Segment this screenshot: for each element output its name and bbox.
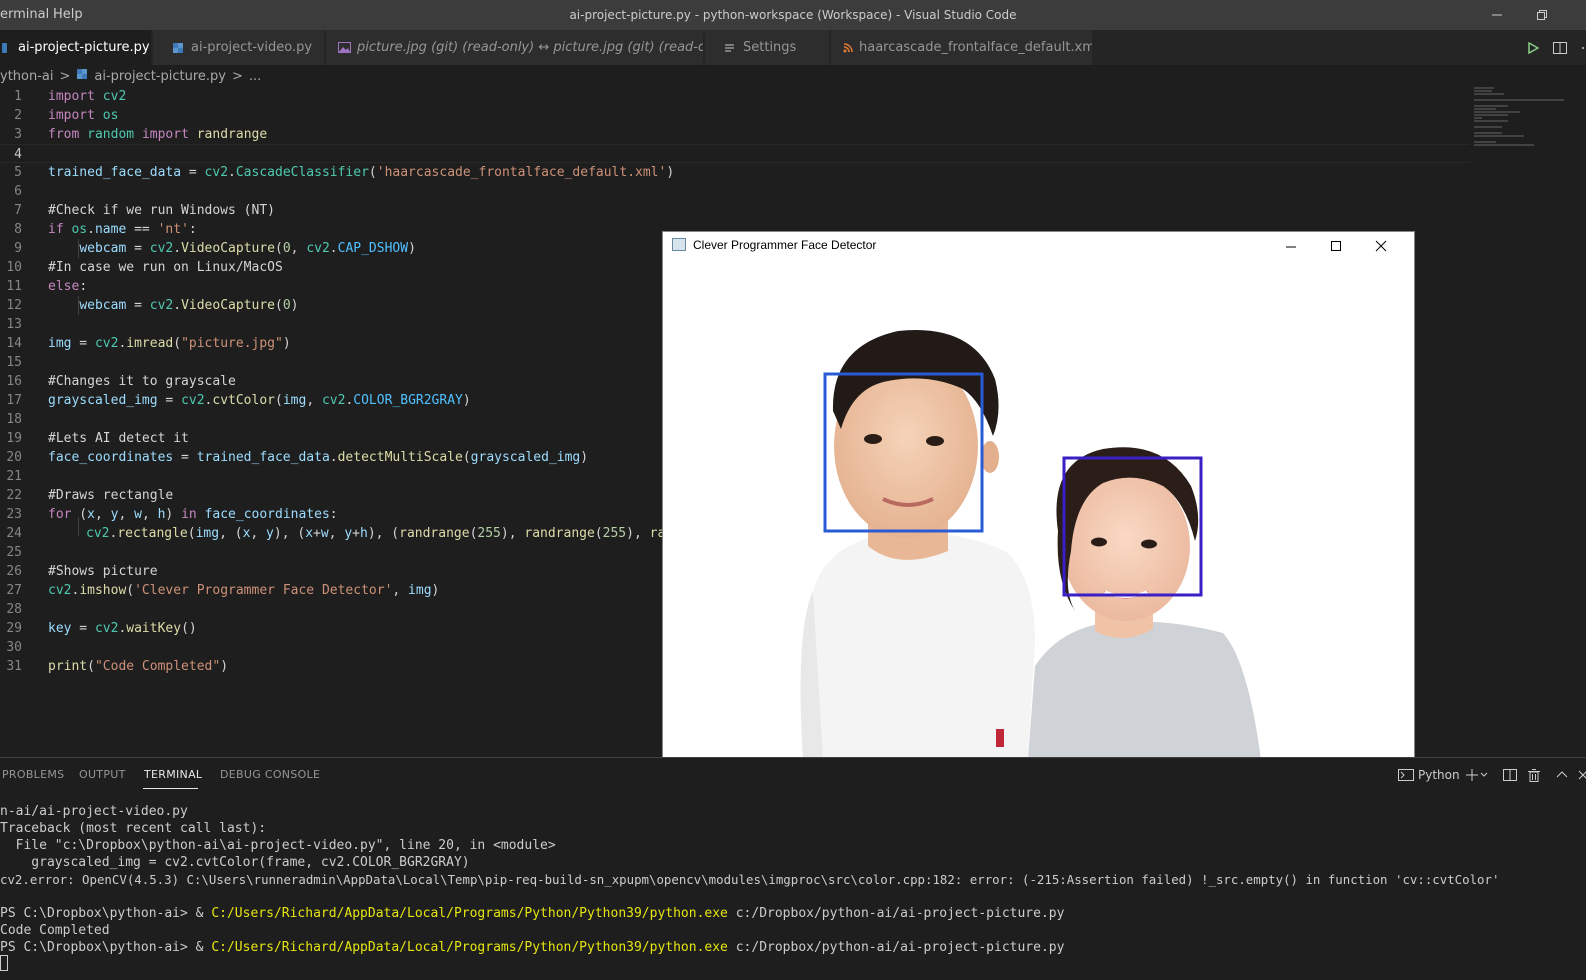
chevron-up-icon [1556,771,1568,778]
close-panel-button[interactable] [1578,766,1586,784]
close-icon [1375,240,1387,252]
python-file-icon [171,41,185,55]
code-line: 7 #Check if we run Windows (NT) [14,203,275,218]
more-actions-button[interactable] [1572,39,1586,57]
editor-tab-bar: ai-project-picture.py × ai-project-video… [0,30,1586,65]
image-file-icon [338,41,351,55]
bottom-panel: PROBLEMS OUTPUT TERMINAL DEBUG CONSOLE P… [0,757,1586,980]
minimize-button[interactable] [1482,4,1512,26]
man-figure [800,330,1035,760]
code-line: 5 trained_face_data = cv2.CascadeClassifi… [14,165,675,180]
minimize-icon [1492,14,1502,16]
code-line-current: 4 [0,144,1470,163]
tab-haarcascade-xml[interactable]: haarcascade_frontalface_default.xml [831,30,1093,65]
tab-label: ai-project-video.py [191,40,313,55]
tab-problems[interactable]: PROBLEMS [2,768,64,781]
run-python-file-button[interactable] [1522,39,1544,57]
tab-label: picture.jpg (git) (read-only) ↔ picture.… [357,40,704,55]
active-tab-indicator [143,788,198,789]
tab-picture-diff[interactable]: picture.jpg (git) (read-only) ↔ picture.… [326,30,704,65]
face-detector-title: Clever Programmer Face Detector [693,238,877,252]
code-line: 1 import cv2 [14,89,127,104]
face-detector-window: Clever Programmer Face Detector [663,232,1414,760]
tab-ai-project-video[interactable]: ai-project-video.py [153,30,325,65]
restore-icon [1537,10,1547,20]
breadcrumb-file[interactable]: ai-project-picture.py [94,69,226,84]
terminal-cursor [0,955,8,971]
tab-terminal[interactable]: TERMINAL [144,768,202,781]
split-editor-icon [1553,42,1567,54]
rss-xml-icon [843,41,853,55]
terminal-line: cv2.error: OpenCV(4.5.3) C:\Users\runner… [0,872,1500,887]
face-detector-titlebar[interactable]: Clever Programmer Face Detector [663,232,1414,261]
tab-output[interactable]: OUTPUT [79,768,126,781]
code-line: 3 from random import randrange [14,127,268,142]
fd-close-button[interactable] [1370,236,1392,256]
kill-terminal-button[interactable] [1528,766,1540,784]
terminal-command-line: PS C:\Dropbox\python-ai> & C:/Users/Rich… [0,940,1065,955]
terminal-output[interactable]: n-ai/ai-project-video.py Traceback (most… [0,803,1499,956]
tab-label: Settings [743,40,797,55]
shell-name: Python [1418,768,1460,782]
python-file-icon [76,68,88,84]
split-icon [1503,769,1517,781]
play-icon [1528,42,1539,54]
detected-faces-image [663,261,1414,760]
more-icon [1582,47,1584,49]
fd-maximize-button[interactable] [1325,236,1347,256]
app-icon [672,238,686,251]
fd-minimize-button[interactable] [1280,236,1302,256]
terminal-line: n-ai/ai-project-video.py [0,804,188,819]
tab-label: ai-project-picture.py [18,40,150,55]
code-line: 6 [14,184,22,199]
tab-settings[interactable]: Settings [705,30,830,65]
photo-illustration [800,330,1261,760]
terminal-line: Traceback (most recent call last): [0,821,267,836]
new-terminal-button[interactable] [1466,766,1488,784]
title-bar: erminal Help ai-project-picture.py - pyt… [0,0,1586,30]
terminal-line: grayscaled_img = cv2.cvtColor(frame, cv2… [0,855,470,870]
plus-chevron-icon [1466,769,1488,781]
window-title: ai-project-picture.py - python-workspace… [569,8,1017,22]
breadcrumb-folder[interactable]: ython-ai [0,69,54,84]
breadcrumb-separator: > [59,68,71,84]
settings-lines-icon [723,41,737,55]
split-editor-button[interactable] [1549,39,1571,57]
tab-ai-project-picture[interactable]: ai-project-picture.py × [0,30,152,65]
code-line: 2 import os [14,108,119,123]
minimap[interactable] [1474,87,1574,167]
breadcrumb: ython-ai > ai-project-picture.py > ... [0,65,1586,87]
close-icon [1578,770,1586,780]
minimize-icon [1286,246,1296,248]
breadcrumb-symbol[interactable]: ... [249,69,261,84]
restore-button[interactable] [1527,4,1557,26]
python-file-icon [2,41,12,55]
maximize-icon [1331,241,1341,251]
trash-icon [1528,768,1540,782]
maximize-panel-button[interactable] [1556,766,1568,784]
breadcrumb-separator: > [231,68,243,84]
terminal-line: File "c:\Dropbox\python-ai\ai-project-vi… [0,838,556,853]
terminal-command-line: PS C:\Dropbox\python-ai> & C:/Users/Rich… [0,906,1065,921]
terminal-line: Code Completed [0,923,110,938]
tab-label: haarcascade_frontalface_default.xml [859,40,1093,55]
terminal-shell-selector[interactable]: Python [1398,766,1460,784]
tab-debug-console[interactable]: DEBUG CONSOLE [220,768,320,781]
split-terminal-button[interactable] [1503,766,1517,784]
terminal-icon [1398,769,1414,781]
